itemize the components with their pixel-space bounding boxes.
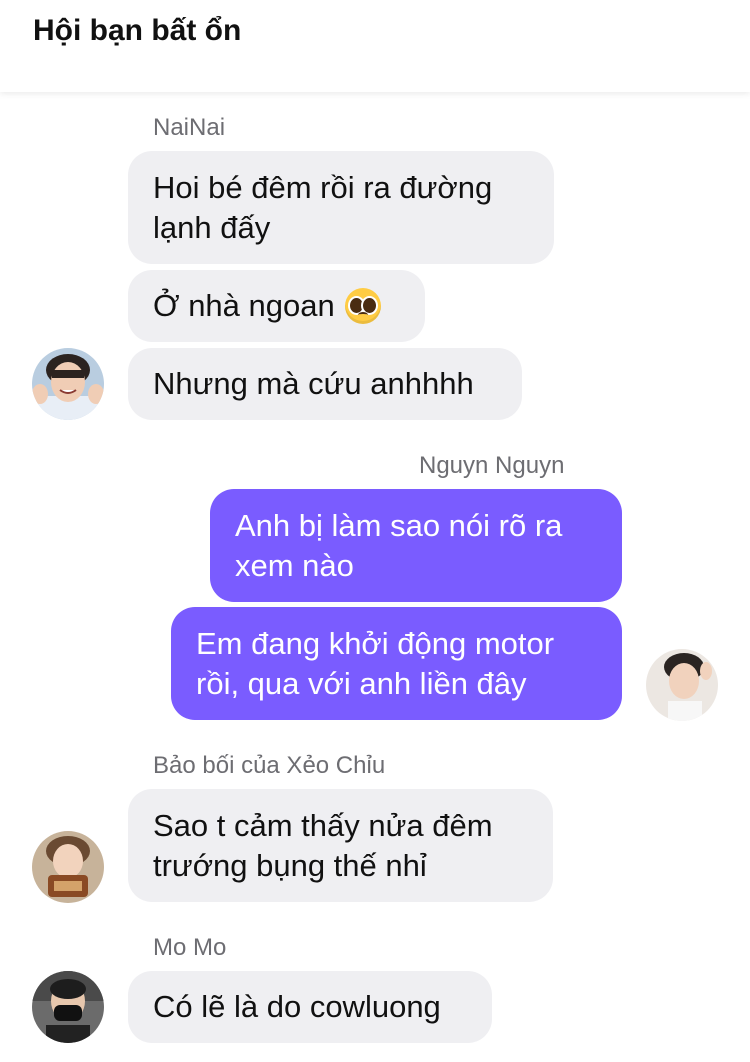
avatar-image (32, 971, 104, 1043)
avatar[interactable] (32, 348, 104, 420)
chat-title[interactable]: Hội bạn bất ổn (33, 14, 241, 48)
avatar[interactable] (32, 971, 104, 1043)
avatar[interactable] (32, 831, 104, 903)
sender-name: NaiNai (153, 114, 226, 141)
message-bubble[interactable]: Em đang khởi động motor rồi, qua với anh… (171, 607, 622, 720)
message-bubble[interactable]: Nhưng mà cứu anhhhh (128, 348, 522, 420)
pleading-face-icon (344, 288, 381, 324)
sender-name: Mo Mo (153, 934, 227, 961)
message-text: Em đang khởi động motor rồi, qua với anh… (196, 625, 555, 701)
chat-header: Hội bạn bất ổn (0, 0, 750, 92)
message-text: Ở nhà ngoan (153, 288, 335, 323)
message-bubble[interactable]: Có lẽ là do cowluong (128, 971, 492, 1043)
message-text: Có lẽ là do cowluong (153, 989, 441, 1024)
avatar-image (32, 348, 104, 420)
message-bubble[interactable]: Sao t cảm thấy nửa đêm trướng bụng thế n… (128, 789, 553, 902)
message-bubble[interactable]: Ở nhà ngoan (128, 270, 425, 342)
avatar-image (32, 831, 104, 903)
sender-name: Bảo bối của Xẻo Chỉu (153, 752, 386, 779)
sender-name: Nguyn Nguyn (419, 452, 565, 479)
message-bubble[interactable]: Hoi bé đêm rồi ra đường lạnh đấy (128, 151, 554, 264)
message-text: Hoi bé đêm rồi ra đường lạnh đấy (153, 169, 493, 245)
message-text: Nhưng mà cứu anhhhh (153, 366, 474, 401)
message-bubble[interactable]: Anh bị làm sao nói rõ ra xem nào (210, 489, 622, 602)
message-text: Anh bị làm sao nói rõ ra xem nào (235, 507, 563, 583)
message-text: Sao t cảm thấy nửa đêm trướng bụng thế n… (153, 807, 493, 883)
avatar[interactable] (646, 649, 718, 721)
avatar-image (646, 649, 718, 721)
